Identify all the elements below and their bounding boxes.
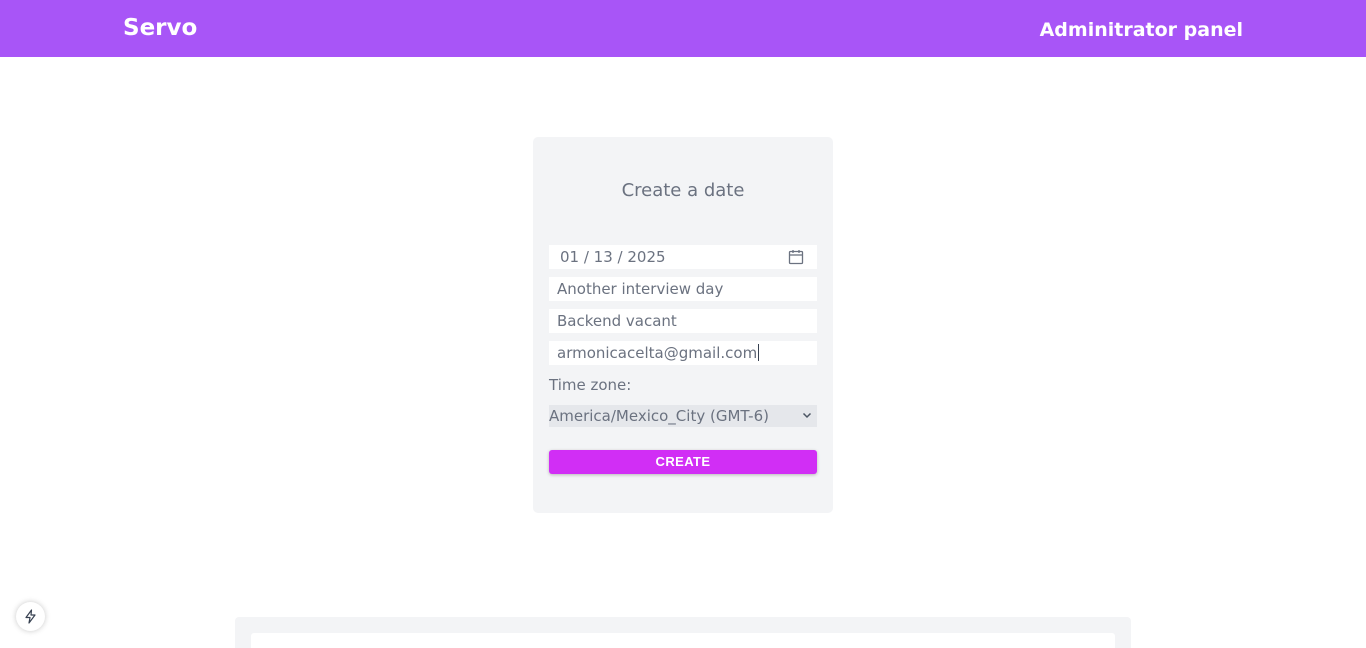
date-input[interactable]: 01 / 13 / 2025	[549, 245, 817, 269]
email-input[interactable]: armonicacelta@gmail.com	[549, 341, 817, 365]
email-value: armonicacelta@gmail.com	[557, 344, 758, 362]
dates-list-panel	[235, 617, 1131, 648]
date-value: 01 / 13 / 2025	[560, 248, 666, 266]
timezone-value: America/Mexico_City (GMT-6)	[549, 407, 769, 425]
top-navbar: Servo Adminitrator panel	[0, 0, 1366, 57]
admin-panel-link[interactable]: Adminitrator panel	[1040, 17, 1243, 43]
text-caret	[758, 344, 760, 361]
calendar-icon[interactable]	[788, 249, 804, 265]
form-title: Create a date	[621, 180, 745, 201]
brand-logo[interactable]: Servo	[123, 13, 197, 43]
date-title-input[interactable]: Another interview day	[549, 277, 817, 301]
dates-list-card	[251, 633, 1115, 648]
timezone-select[interactable]: America/Mexico_City (GMT-6)	[549, 405, 817, 427]
create-button[interactable]: CREATE	[549, 450, 817, 474]
timezone-label: Time zone:	[549, 376, 632, 394]
chevron-down-icon	[802, 412, 812, 419]
date-title-value: Another interview day	[557, 280, 724, 298]
floating-bolt-button[interactable]	[16, 602, 45, 631]
bolt-icon	[25, 609, 36, 624]
vacant-value: Backend vacant	[557, 312, 677, 330]
vacant-input[interactable]: Backend vacant	[549, 309, 817, 333]
